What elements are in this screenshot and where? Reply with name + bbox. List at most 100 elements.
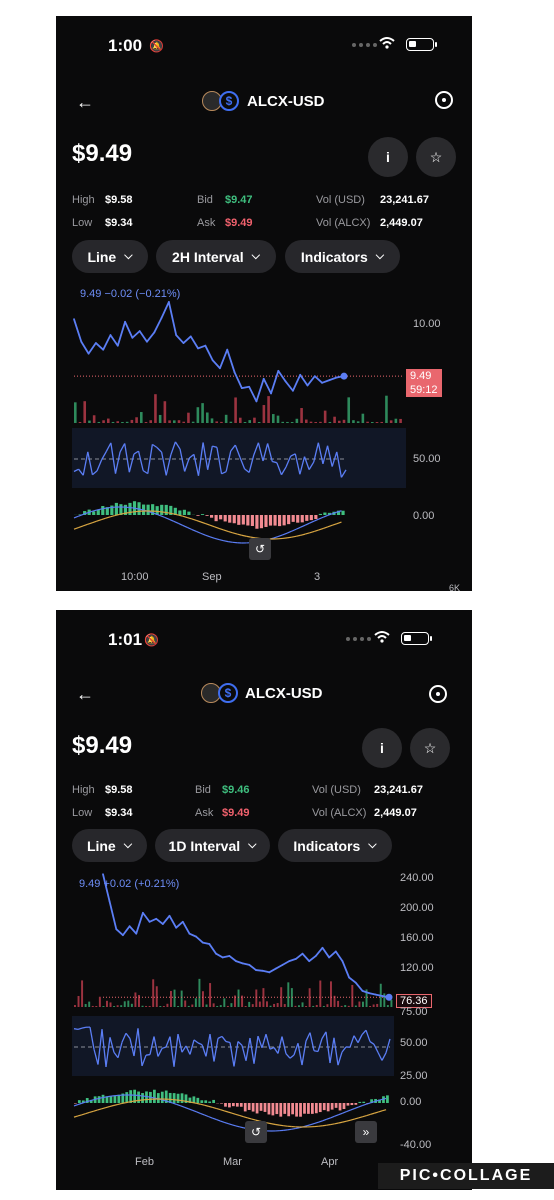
macd-line-segment <box>173 520 179 524</box>
macd-signal-segment <box>323 526 329 529</box>
macd-histogram-bar <box>113 1095 117 1103</box>
macd-signal-segment <box>300 533 306 536</box>
macd-histogram-bar <box>196 1097 200 1103</box>
reset-zoom-button[interactable]: ↺ <box>249 538 271 560</box>
macd-histogram-bar <box>323 512 327 515</box>
macd-line-segment <box>205 534 211 538</box>
macd-line-segment <box>314 1121 320 1124</box>
macd-histogram-bar <box>97 1096 101 1103</box>
macd-signal-segment <box>89 1110 94 1113</box>
macd-signal-segment <box>231 1112 237 1115</box>
macd-signal-segment <box>214 526 220 529</box>
macd-line-segment <box>346 1109 351 1113</box>
macd-histogram-bar <box>326 1103 330 1112</box>
macd-line-segment <box>306 1124 312 1127</box>
macd-histogram-bar <box>235 1103 239 1107</box>
macd-line-segment <box>219 1120 225 1123</box>
macd-histogram-bar <box>255 1103 259 1114</box>
macd-histogram-bar <box>247 1103 251 1110</box>
macd-signal-segment <box>246 535 251 538</box>
macd-line-segment <box>286 530 292 534</box>
macd-signal-segment <box>227 1111 233 1114</box>
macd-histogram-bar <box>362 1101 366 1103</box>
macd-histogram-bar <box>219 515 223 520</box>
macd-signal-segment <box>123 512 129 515</box>
macd-signal-segment <box>85 1111 90 1115</box>
macd-histogram-bar <box>232 1103 235 1107</box>
macd-signal-segment <box>334 1122 339 1125</box>
macd-signal-segment <box>336 521 342 525</box>
macd-histogram-bar <box>74 1103 77 1104</box>
macd-histogram-bar <box>210 515 214 518</box>
macd-histogram-bar <box>237 515 241 525</box>
macd-signal-segment <box>223 1110 229 1113</box>
macd-histogram-bar <box>125 1092 129 1103</box>
macd-signal-segment <box>330 1123 335 1126</box>
macd-signal-segment <box>132 510 138 513</box>
macd-line-segment <box>350 1107 355 1111</box>
macd-signal-segment <box>184 1100 189 1103</box>
macd-signal-segment <box>91 520 97 524</box>
macd-signal-segment <box>129 1100 134 1103</box>
macd-histogram-bar <box>180 1093 184 1103</box>
macd-histogram-bar <box>232 515 236 524</box>
macd-signal-segment <box>239 1115 245 1118</box>
macd-signal-segment <box>332 523 338 526</box>
macd-histogram-bar <box>342 1103 346 1110</box>
macd-histogram-bar <box>200 514 205 515</box>
macd-histogram-bar <box>341 510 345 515</box>
macd-signal-segment <box>101 517 106 521</box>
macd-histogram-bar <box>146 504 150 515</box>
macd-line-segment <box>310 1122 316 1126</box>
macd-label: 0.00 <box>400 1096 422 1108</box>
macd-histogram-bar <box>243 1103 247 1112</box>
macd-signal-segment <box>346 1119 351 1122</box>
screenshot-1: 1:00 🔕 ← $ ALCX-USD $9.49 i ☆ High $9.58… <box>56 16 472 591</box>
macd-signal-segment <box>326 1123 331 1126</box>
macd-histogram-bar <box>228 1103 231 1108</box>
macd-histogram-bar <box>295 1103 298 1117</box>
scroll-latest-button[interactable]: » <box>355 1121 377 1143</box>
macd-histogram-bar <box>386 1095 389 1103</box>
macd-signal-segment <box>73 1115 79 1118</box>
macd-signal-segment <box>101 1107 106 1110</box>
macd-histogram-bar <box>164 504 168 515</box>
macd-signal-segment <box>267 1122 272 1125</box>
macd-signal-segment <box>354 1117 359 1120</box>
macd-line-segment <box>196 1111 201 1114</box>
macd-line-segment <box>145 1095 150 1098</box>
macd-signal-segment <box>362 1115 367 1118</box>
macd-histogram-bar <box>255 515 259 529</box>
macd-histogram-bar <box>223 515 227 522</box>
macd-histogram-bar <box>153 1089 156 1103</box>
macd-signal-segment <box>205 523 211 526</box>
macd-signal-segment <box>82 523 88 527</box>
macd-line-segment <box>326 1117 331 1120</box>
macd-line-segment <box>77 1102 83 1106</box>
macd-histogram-bar <box>291 1103 295 1115</box>
reset-zoom-button[interactable]: ↺ <box>245 1121 267 1143</box>
macd-signal-segment <box>105 516 111 519</box>
macd-histogram-bar <box>101 1094 105 1103</box>
macd-signal-segment <box>314 529 319 533</box>
macd-histogram-bar <box>291 515 295 522</box>
macd-line-segment <box>287 1128 292 1131</box>
macd-histogram-bar <box>296 515 300 523</box>
macd-line-segment <box>227 1122 233 1126</box>
macd-histogram-bar <box>300 515 304 523</box>
macd-line-segment <box>89 1099 94 1102</box>
macd-line-segment <box>148 1096 154 1099</box>
macd-histogram-bar <box>205 515 209 516</box>
macd-histogram-bar <box>307 1103 310 1114</box>
macd-signal-segment <box>133 1100 138 1102</box>
macd-line-segment <box>101 507 106 510</box>
macd-histogram-bar <box>279 1103 283 1117</box>
macd-histogram-bar <box>275 1103 279 1115</box>
macd-histogram-bar <box>160 1091 164 1103</box>
macd-line-segment <box>164 516 170 520</box>
macd-histogram-bar <box>318 1103 322 1113</box>
macd-signal-segment <box>374 1111 379 1114</box>
macd-signal-segment <box>381 1109 387 1112</box>
macd-histogram-bar <box>299 1103 302 1117</box>
macd-histogram-bar <box>267 1103 271 1115</box>
